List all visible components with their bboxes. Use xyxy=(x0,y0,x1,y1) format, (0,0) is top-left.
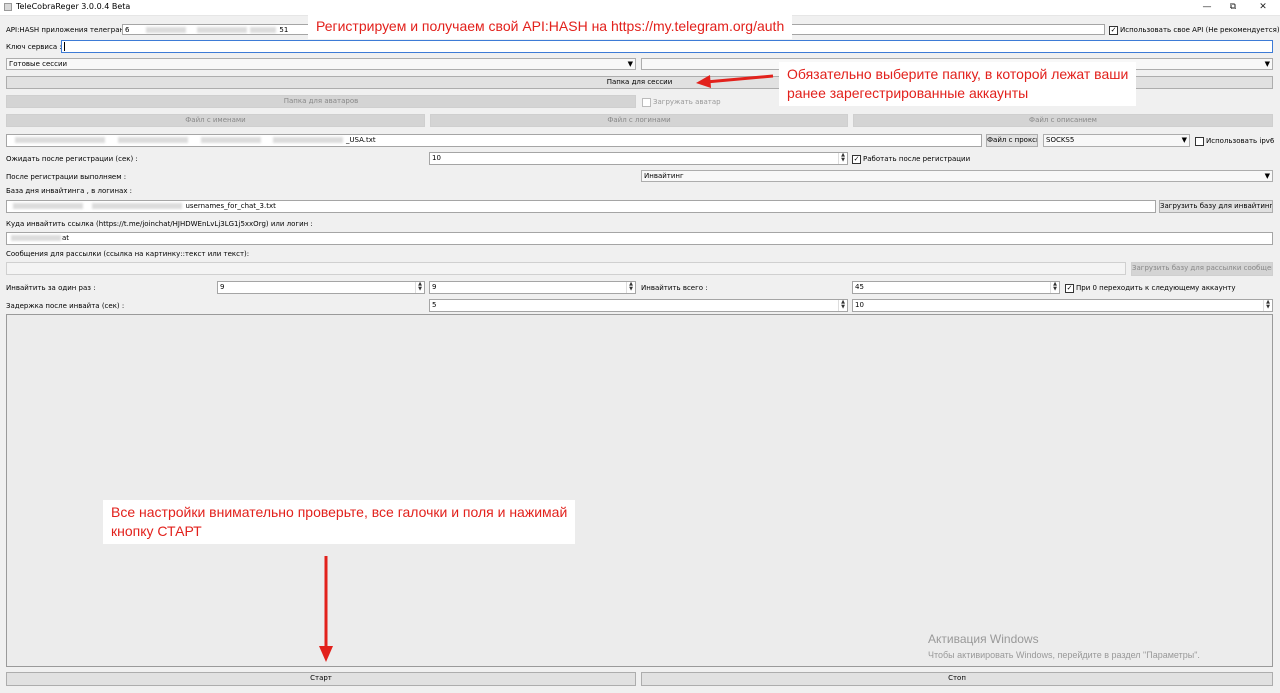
arrow-to-session-folder-icon xyxy=(696,74,774,88)
annotation-arrows xyxy=(319,74,774,662)
arrow-to-start-button-icon xyxy=(319,556,333,662)
